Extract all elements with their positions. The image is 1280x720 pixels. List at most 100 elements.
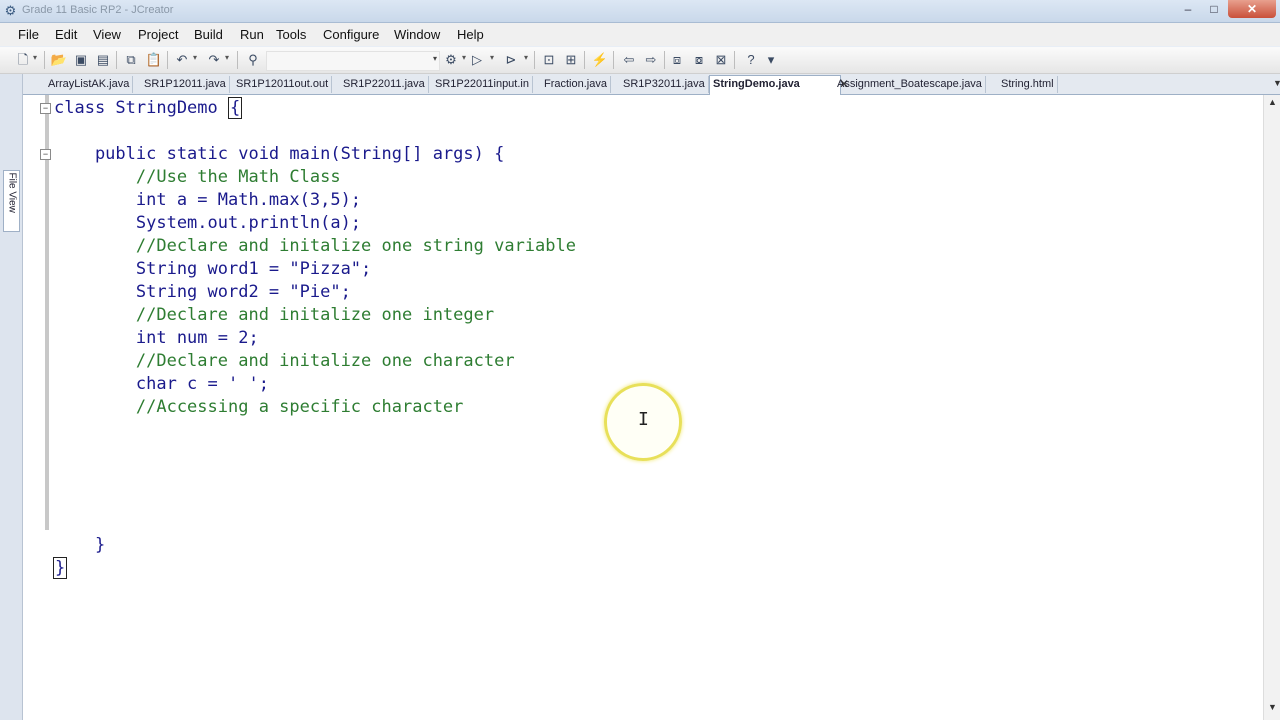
window-title: Grade 11 Basic RP2 - JCreator — [22, 4, 174, 16]
code-text: String word2 = "Pie"; — [54, 282, 351, 302]
code-line[interactable]: //Use the Math Class — [54, 166, 341, 189]
new-file-icon[interactable]: 🗋 — [14, 51, 32, 69]
close-window-button[interactable]: ✕ — [1228, 0, 1276, 18]
build-target-combo[interactable]: ▾ — [266, 51, 440, 71]
code-line[interactable]: char c = ' '; — [54, 373, 269, 396]
scroll-up-icon[interactable]: ▲ — [1268, 97, 1277, 107]
tab-stringdemo[interactable]: StringDemo.java — [709, 75, 841, 95]
chevron-down-icon[interactable]: ▼ — [1273, 78, 1280, 88]
code-text: class StringDemo — [54, 98, 228, 118]
chevron-down-icon[interactable]: ▾ — [33, 53, 37, 62]
undo-icon[interactable]: ↶ — [173, 51, 191, 69]
window-list-icon[interactable]: ⊠ — [712, 51, 730, 69]
menu-help[interactable]: Help — [457, 27, 484, 42]
save-all-icon[interactable]: ▤ — [94, 51, 112, 69]
run-icon[interactable]: ▷ — [468, 51, 486, 69]
tab-sr1p32011[interactable]: SR1P32011.java — [620, 76, 709, 93]
open-icon[interactable]: 📂 — [50, 51, 68, 69]
toolbar-separator — [584, 51, 585, 69]
menu-window[interactable]: Window — [394, 27, 440, 42]
code-line[interactable]: } — [53, 557, 68, 580]
tab-arraylistak[interactable]: ArrayListAK.java — [45, 76, 134, 93]
chevron-down-icon[interactable]: ▾ — [193, 53, 197, 62]
code-text: System.out.println(a); — [54, 213, 362, 233]
chevron-down-icon[interactable]: ▾ — [524, 53, 528, 62]
redo-icon[interactable]: ↷ — [205, 51, 223, 69]
breakpoint-icon[interactable]: ⊞ — [562, 51, 580, 69]
tab-string-html[interactable]: String.html — [998, 76, 1058, 93]
copy-icon[interactable]: ⧉ — [122, 51, 140, 69]
tab-sr1p22011[interactable]: SR1P22011.java — [340, 76, 429, 93]
jcreator-app-icon[interactable]: ⚙ — [3, 3, 18, 18]
fold-marker-line — [45, 95, 49, 530]
code-text: char c = ' '; — [54, 374, 269, 394]
code-line[interactable]: //Accessing a specific character — [54, 396, 464, 419]
tab-assignment-boatescape[interactable]: Assignment_Boatescape.java — [834, 76, 986, 93]
menu-file[interactable]: File — [18, 27, 39, 42]
code-text: //Declare and initalize one character — [54, 351, 515, 371]
debug-icon[interactable]: ⊳ — [502, 51, 520, 69]
scroll-down-icon[interactable]: ▼ — [1268, 702, 1277, 712]
menu-build[interactable]: Build — [194, 27, 223, 42]
editor-gutter: − − — [23, 95, 51, 720]
chevron-down-icon[interactable]: ▾ — [490, 53, 494, 62]
forward-icon[interactable]: ⇨ — [642, 51, 660, 69]
code-line[interactable]: public static void main(String[] args) { — [54, 143, 504, 166]
tab-fraction[interactable]: Fraction.java — [541, 76, 611, 93]
fold-toggle-icon[interactable]: − — [40, 103, 51, 114]
code-line[interactable]: String word1 = "Pizza"; — [54, 258, 371, 281]
help-icon[interactable]: ? — [742, 51, 760, 69]
tab-sr1p22011input[interactable]: SR1P22011input.in — [432, 76, 533, 93]
code-line[interactable]: int num = 2; — [54, 327, 259, 350]
code-text: } — [54, 535, 106, 555]
code-text: //Declare and initalize one integer — [54, 305, 495, 325]
fold-toggle-icon[interactable]: − — [40, 149, 51, 160]
file-view-tab[interactable]: File View — [3, 170, 20, 232]
toolbar-separator — [44, 51, 45, 69]
code-line[interactable]: //Declare and initalize one character — [54, 350, 515, 373]
menu-view[interactable]: View — [93, 27, 121, 42]
tab-sr1p12011out[interactable]: SR1P12011out.out — [233, 76, 333, 93]
vertical-scrollbar[interactable]: ▲ ▼ — [1263, 95, 1280, 720]
tab-sr1p12011[interactable]: SR1P12011.java — [141, 76, 230, 93]
code-text: int num = 2; — [54, 328, 259, 348]
compile-icon[interactable]: ⚙ — [442, 51, 460, 69]
code-text: String word1 = "Pizza"; — [54, 259, 372, 279]
text-cursor-icon: I — [638, 409, 649, 430]
save-icon[interactable]: ▣ — [72, 51, 90, 69]
code-line[interactable]: //Declare and initalize one string varia… — [54, 235, 576, 258]
step-icon[interactable]: ⊡ — [540, 51, 558, 69]
code-line[interactable]: class StringDemo { — [54, 97, 243, 120]
code-text: int a = Math.max(3,5); — [54, 190, 362, 210]
code-line[interactable]: String word2 = "Pie"; — [54, 281, 351, 304]
menu-configure[interactable]: Configure — [323, 27, 379, 42]
code-line[interactable]: } — [54, 534, 105, 557]
code-line[interactable]: int a = Math.max(3,5); — [54, 189, 361, 212]
code-line[interactable]: //Declare and initalize one integer — [54, 304, 494, 327]
title-bar: ⚙ Grade 11 Basic RP2 - JCreator – □ ✕ — [0, 0, 1280, 23]
toolbar-options-icon[interactable]: ▾ — [762, 51, 780, 69]
file-view-label: File View — [6, 172, 18, 213]
maximize-button[interactable]: □ — [1202, 0, 1226, 18]
code-line[interactable]: System.out.println(a); — [54, 212, 361, 235]
menu-run[interactable]: Run — [240, 27, 264, 42]
code-text: //Declare and initalize one string varia… — [54, 236, 576, 256]
menu-bar: File Edit View Project Build Run Tools C… — [0, 23, 1280, 46]
matching-brace: { — [228, 97, 243, 119]
menu-edit[interactable]: Edit — [55, 27, 77, 42]
minimize-button[interactable]: – — [1176, 0, 1200, 18]
menu-project[interactable]: Project — [138, 27, 178, 42]
window-cascade-icon[interactable]: ⧇ — [690, 51, 708, 69]
toolbar-separator — [116, 51, 117, 69]
chevron-down-icon[interactable]: ▾ — [225, 53, 229, 62]
toolbar-separator — [237, 51, 238, 69]
side-panel-strip: File View — [0, 74, 23, 720]
find-icon[interactable]: ⚲ — [244, 51, 262, 69]
chevron-down-icon[interactable]: ▾ — [462, 53, 466, 62]
window-tile-icon[interactable]: ⧈ — [668, 51, 686, 69]
back-icon[interactable]: ⇦ — [620, 51, 638, 69]
toolbar-separator — [664, 51, 665, 69]
tools-icon[interactable]: ⚡ — [591, 51, 609, 69]
paste-icon[interactable]: 📋 — [145, 51, 163, 69]
menu-tools[interactable]: Tools — [276, 27, 306, 42]
